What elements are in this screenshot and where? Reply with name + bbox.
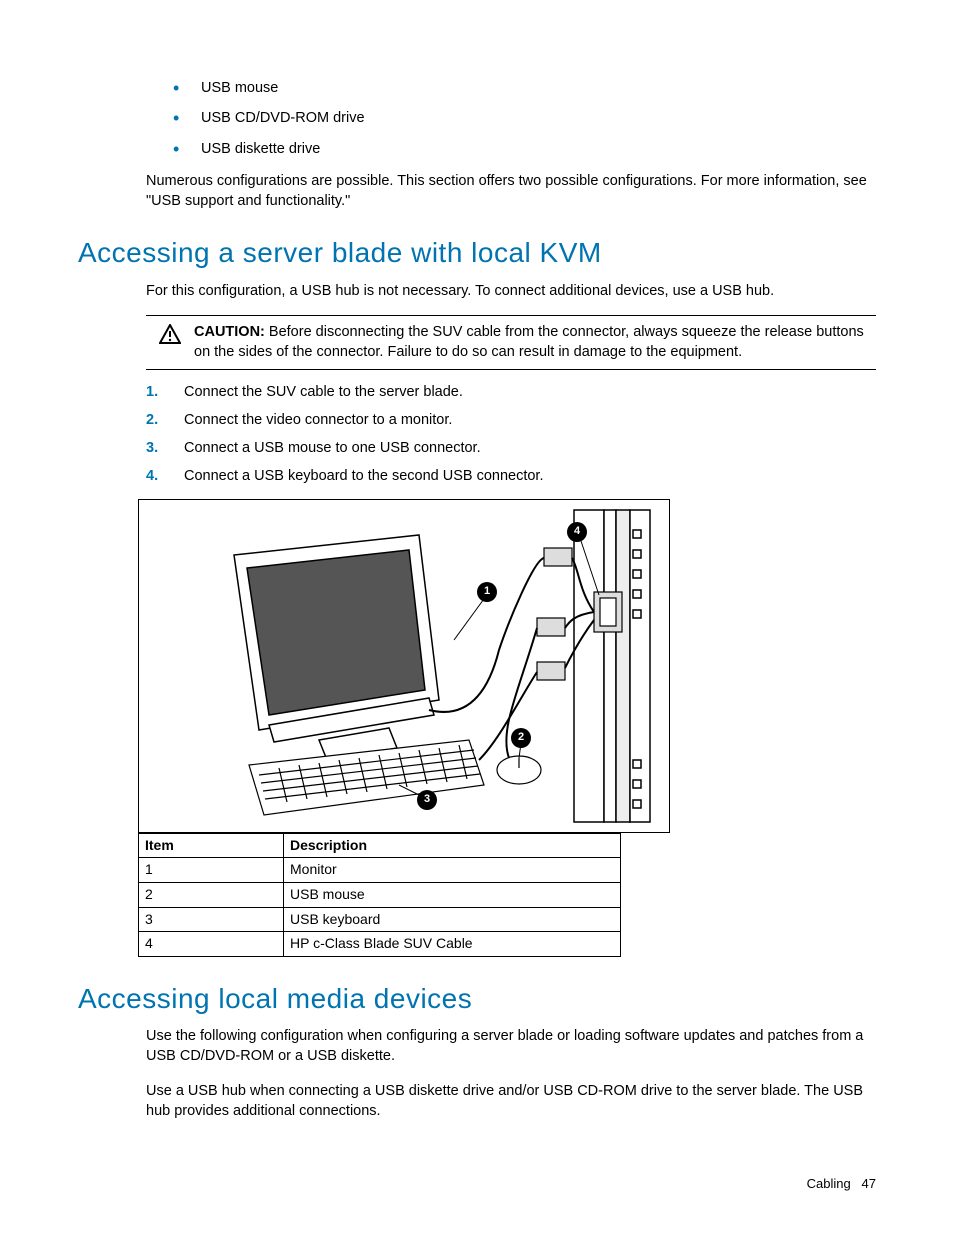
page-footer: Cabling 47 (807, 1175, 876, 1193)
callout-1: 1 (477, 582, 497, 602)
step-text: Connect a USB mouse to one USB connector… (184, 440, 481, 456)
preceding-bullet-list: USB mouse USB CD/DVD-ROM drive USB diske… (78, 78, 876, 159)
table-cell-item: 3 (139, 907, 284, 932)
table-cell-item: 4 (139, 932, 284, 957)
step-text: Connect the video connector to a monitor… (184, 412, 452, 428)
list-text: USB mouse (201, 80, 278, 96)
list-item: USB CD/DVD-ROM drive (173, 108, 876, 128)
section2-para2: Use a USB hub when connecting a USB disk… (146, 1081, 876, 1122)
table-row: 3 USB keyboard (139, 907, 621, 932)
list-text: USB diskette drive (201, 141, 320, 157)
caution-icon (146, 322, 194, 363)
table-row: 4 HP c-Class Blade SUV Cable (139, 932, 621, 957)
step-item: Connect a USB mouse to one USB connector… (146, 438, 876, 458)
steps-list: Connect the SUV cable to the server blad… (146, 382, 876, 487)
item-description-table: Item Description 1 Monitor 2 USB mouse 3… (138, 833, 621, 957)
caution-box: CAUTION: Before disconnecting the SUV ca… (146, 315, 876, 370)
table-header-desc: Description (284, 833, 621, 858)
table-header-item: Item (139, 833, 284, 858)
callout-2: 2 (511, 728, 531, 748)
heading-media: Accessing local media devices (78, 979, 876, 1018)
step-item: Connect the video connector to a monitor… (146, 410, 876, 430)
table-cell-item: 2 (139, 882, 284, 907)
table-cell-desc: USB keyboard (284, 907, 621, 932)
callout-3: 3 (417, 790, 437, 810)
table-row: 1 Monitor (139, 858, 621, 883)
intro-paragraph: Numerous configurations are possible. Th… (146, 171, 876, 212)
footer-section: Cabling (807, 1176, 851, 1191)
list-item: USB mouse (173, 78, 876, 98)
step-item: Connect the SUV cable to the server blad… (146, 382, 876, 402)
table-cell-desc: HP c-Class Blade SUV Cable (284, 932, 621, 957)
caution-label: CAUTION: (194, 324, 265, 340)
step-text: Connect the SUV cable to the server blad… (184, 384, 463, 400)
step-text: Connect a USB keyboard to the second USB… (184, 468, 544, 484)
table-cell-item: 1 (139, 858, 284, 883)
caution-body: Before disconnecting the SUV cable from … (194, 324, 864, 360)
step-item: Connect a USB keyboard to the second USB… (146, 466, 876, 486)
table-cell-desc: USB mouse (284, 882, 621, 907)
caution-text-block: CAUTION: Before disconnecting the SUV ca… (194, 322, 876, 363)
heading-kvm: Accessing a server blade with local KVM (78, 233, 876, 272)
section2-para1: Use the following configuration when con… (146, 1026, 876, 1067)
section1-intro: For this configuration, a USB hub is not… (146, 281, 876, 301)
footer-page: 47 (862, 1176, 876, 1191)
callout-4: 4 (567, 522, 587, 542)
list-item: USB diskette drive (173, 139, 876, 159)
kvm-diagram: 1 2 3 4 (138, 499, 670, 833)
table-row: 2 USB mouse (139, 882, 621, 907)
list-text: USB CD/DVD-ROM drive (201, 110, 365, 126)
table-cell-desc: Monitor (284, 858, 621, 883)
